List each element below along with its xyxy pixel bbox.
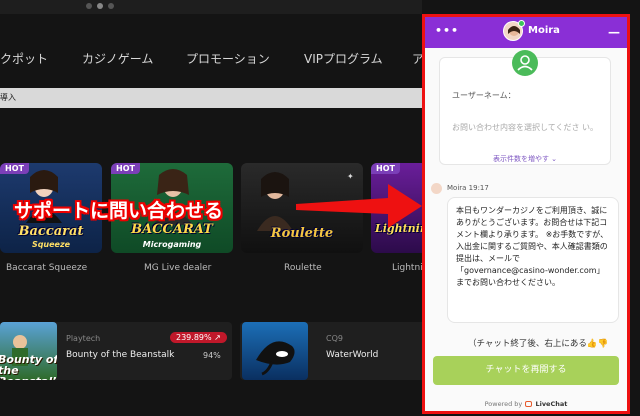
powered-brand: LiveChat: [535, 400, 568, 408]
carousel-dot[interactable]: [86, 3, 92, 9]
chat-end-note: （チャット終了後、右上にある👍👎: [467, 339, 609, 349]
card-subtitle: Microgaming: [142, 240, 202, 249]
notice-text: 導入: [0, 93, 16, 102]
livechat-logo-icon: [525, 401, 533, 407]
annotation-arrow-icon: [296, 184, 422, 228]
message-meta: Moira 19:17: [447, 184, 489, 192]
carousel-dot[interactable]: [97, 3, 103, 9]
rtp-badge: 239.89% ↗: [170, 332, 227, 343]
notice-bar: 導入: [0, 88, 422, 108]
main-nav: クポット カジノゲーム プロモーション VIPプログラム ア: [0, 38, 424, 78]
game-row-bounty[interactable]: Bounty of the Beanstalk Playtech Bounty …: [0, 322, 232, 380]
agent-avatar-small: [431, 183, 442, 194]
annotation-label: サポートに問い合わせる: [14, 200, 224, 222]
thumbnail-title: Bounty of the Beanstalk: [0, 353, 57, 380]
nav-item-vip[interactable]: VIPプログラム: [304, 50, 383, 67]
game-name[interactable]: Roulette: [284, 263, 322, 273]
game-thumbnail: [242, 322, 308, 380]
row-game-name: Bounty of the Beanstalk: [66, 350, 175, 360]
prechat-form-card: ユーザーネーム： お問い合わせ内容を選択してくださ い。 表示件数を増やす ⌄: [439, 50, 611, 165]
chat-menu-icon[interactable]: •••: [435, 24, 459, 37]
card-subtitle: Squeeze: [31, 240, 71, 249]
online-status-icon: [518, 20, 525, 27]
powered-prefix: Powered by: [484, 400, 523, 408]
powered-by[interactable]: Powered by LiveChat: [425, 400, 627, 408]
agent-message-bubble: 本日もワンダーカジノをご利用頂き、誠にありがとうございます。お問合せは下記コメン…: [447, 197, 619, 323]
inquiry-placeholder: お問い合わせ内容を選択してくださ い。: [452, 123, 599, 132]
orca-image: [256, 341, 295, 376]
row-provider: Playtech: [66, 334, 101, 343]
card-title: BACCARAT: [131, 222, 213, 237]
banner-strip: [0, 0, 422, 14]
nav-item-promotions[interactable]: プロモーション: [186, 50, 270, 67]
game-row-waterworld[interactable]: CQ9 WaterWorld: [240, 322, 422, 380]
hot-badge: HOT: [371, 163, 400, 174]
live-chat-widget: ••• Moira — ユーザーネーム： お問い合わせ内容を選択してくださ い。…: [422, 14, 630, 414]
username-label: ユーザーネーム：: [452, 91, 516, 100]
minimize-icon[interactable]: —: [608, 25, 620, 39]
game-name[interactable]: Baccarat Squeeze: [6, 263, 87, 273]
chat-header: ••• Moira —: [425, 17, 627, 48]
game-thumbnail: Bounty of the Beanstalk: [0, 322, 57, 380]
rtp-value: 94%: [203, 351, 221, 360]
nav-item-jackpot[interactable]: クポット: [0, 50, 48, 67]
carousel-dots[interactable]: [86, 3, 114, 9]
row-provider: CQ9: [326, 334, 343, 343]
user-icon: [512, 50, 538, 76]
carousel-dot[interactable]: [108, 3, 114, 9]
agent-name: Moira: [528, 25, 560, 36]
card-title: Baccarat: [18, 224, 84, 239]
row-game-name: WaterWorld: [326, 350, 379, 360]
screen: { "nav": { "items": ["クポット", "カジノゲーム", "…: [0, 0, 640, 416]
nav-item-casino-games[interactable]: カジノゲーム: [82, 50, 153, 67]
restart-chat-button[interactable]: チャットを再開する: [433, 356, 619, 385]
game-name[interactable]: MG Live dealer: [144, 263, 211, 273]
show-more-link[interactable]: 表示件数を増やす ⌄: [440, 154, 610, 164]
